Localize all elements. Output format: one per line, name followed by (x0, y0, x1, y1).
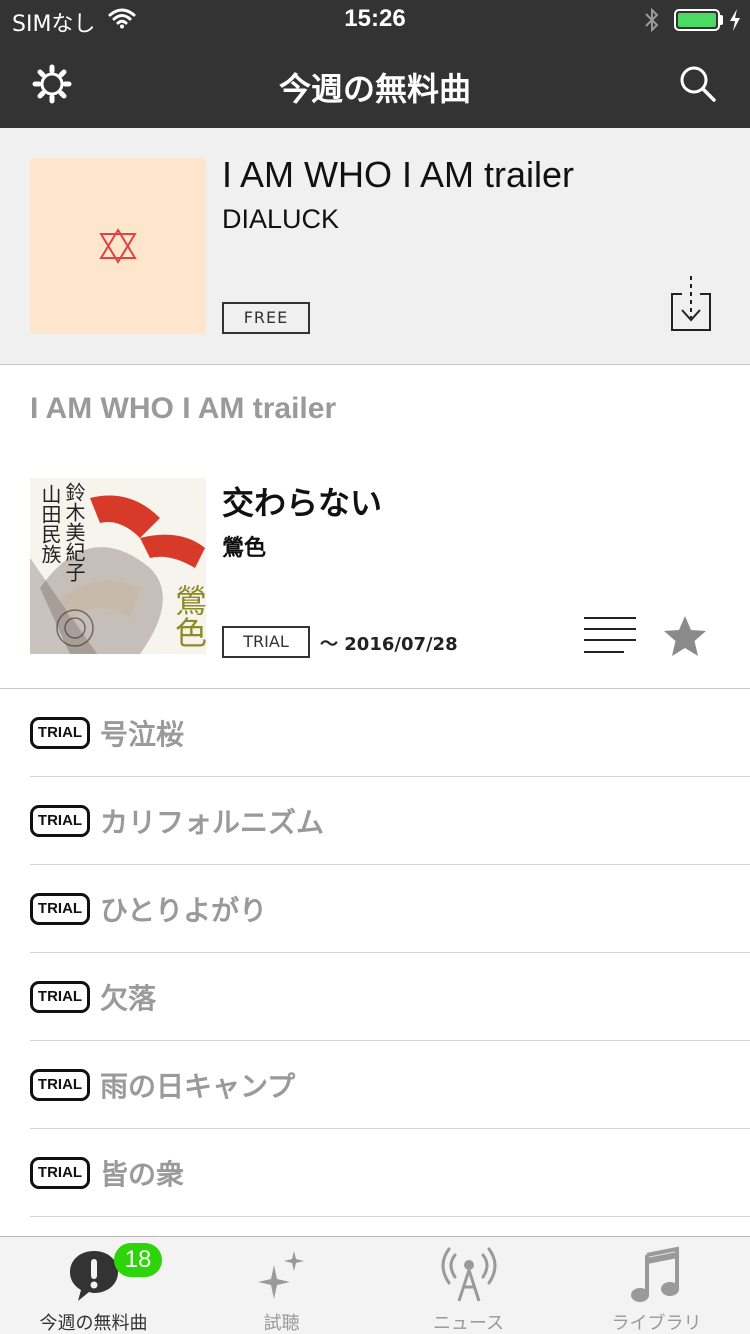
track-list: TRIAL 号泣桜 TRIAL カリフォルニズム TRIAL ひとりよがり TR… (0, 689, 750, 1217)
album-art-title: 鶯色 (170, 584, 206, 648)
free-badge: FREE (222, 302, 310, 334)
track-name: カリフォルニズム (100, 806, 325, 839)
track-row[interactable]: TRIAL 欠落 (30, 953, 750, 1041)
featured-artwork (30, 158, 206, 334)
sparkle-icon (252, 1245, 312, 1305)
bluetooth-icon (642, 6, 662, 38)
tab-news[interactable]: ニュース (375, 1237, 562, 1334)
tracklist-icon[interactable] (584, 616, 636, 656)
album-art-text-2: 山田民族 (38, 484, 62, 564)
clock: 15:26 (344, 5, 406, 32)
status-bar: SIMなし 15:26 (0, 0, 750, 40)
featured-artist: DIALUCK (222, 204, 340, 234)
track-name: 号泣桜 (100, 718, 185, 751)
featured-title: I AM WHO I AM trailer (222, 154, 575, 195)
tab-label: ライブラリ (611, 1313, 702, 1334)
battery-icon (674, 9, 720, 31)
battery-tip (720, 15, 723, 25)
charging-icon (728, 8, 742, 36)
tab-label: ニュース (432, 1313, 505, 1334)
download-icon[interactable] (668, 274, 714, 334)
tab-label: 試聴 (263, 1313, 300, 1334)
page-title: 今週の無料曲 (278, 70, 471, 108)
album-heading: I AM WHO I AM trailer (30, 392, 337, 425)
track-row[interactable]: TRIAL 皆の衆 (30, 1129, 750, 1217)
tab-label: 今週の無料曲 (39, 1313, 148, 1334)
album-artist: 鶯色 (222, 536, 267, 561)
trial-badge: TRIAL (30, 1069, 90, 1101)
track-row[interactable]: TRIAL ひとりよがり (30, 865, 750, 953)
trial-badge: TRIAL (30, 805, 90, 837)
tab-bar: 18 今週の無料曲 試聴 ニュース ライブラリ (0, 1236, 750, 1334)
tab-free-songs[interactable]: 18 今週の無料曲 (0, 1237, 187, 1334)
track-row[interactable]: TRIAL 雨の日キャンプ (30, 1041, 750, 1129)
album-artwork[interactable]: 鈴木美紀子 山田民族 鶯色 (30, 478, 206, 654)
tab-preview[interactable]: 試聴 (188, 1237, 375, 1334)
star-of-david-icon (99, 228, 137, 264)
nav-bar: 今週の無料曲 (0, 40, 750, 128)
screen: SIMなし 15:26 今週の無料曲 I AM WHO I AM trailer… (0, 0, 750, 1334)
search-icon[interactable] (676, 62, 720, 106)
favorite-star-icon[interactable] (662, 614, 708, 660)
track-name: 皆の衆 (100, 1158, 185, 1191)
broadcast-icon (439, 1245, 499, 1305)
trial-badge: TRIAL (222, 626, 310, 658)
album-title: 交わらない (222, 484, 383, 522)
track-name: ひとりよがり (100, 894, 268, 927)
notification-badge: 18 (114, 1243, 162, 1277)
trial-expiry-date: ～ 2016/07/28 (320, 634, 458, 655)
track-name: 欠落 (100, 982, 157, 1015)
trial-badge: TRIAL (30, 1157, 90, 1189)
track-name: 雨の日キャンプ (100, 1070, 296, 1103)
music-note-icon (627, 1245, 687, 1305)
featured-track[interactable]: I AM WHO I AM trailer DIALUCK FREE (0, 128, 750, 365)
track-row[interactable]: TRIAL 号泣桜 (30, 689, 750, 777)
track-row[interactable]: TRIAL カリフォルニズム (30, 777, 750, 865)
tab-library[interactable]: ライブラリ (563, 1237, 750, 1334)
trial-badge: TRIAL (30, 893, 90, 925)
trial-badge: TRIAL (30, 981, 90, 1013)
trial-badge: TRIAL (30, 717, 90, 749)
